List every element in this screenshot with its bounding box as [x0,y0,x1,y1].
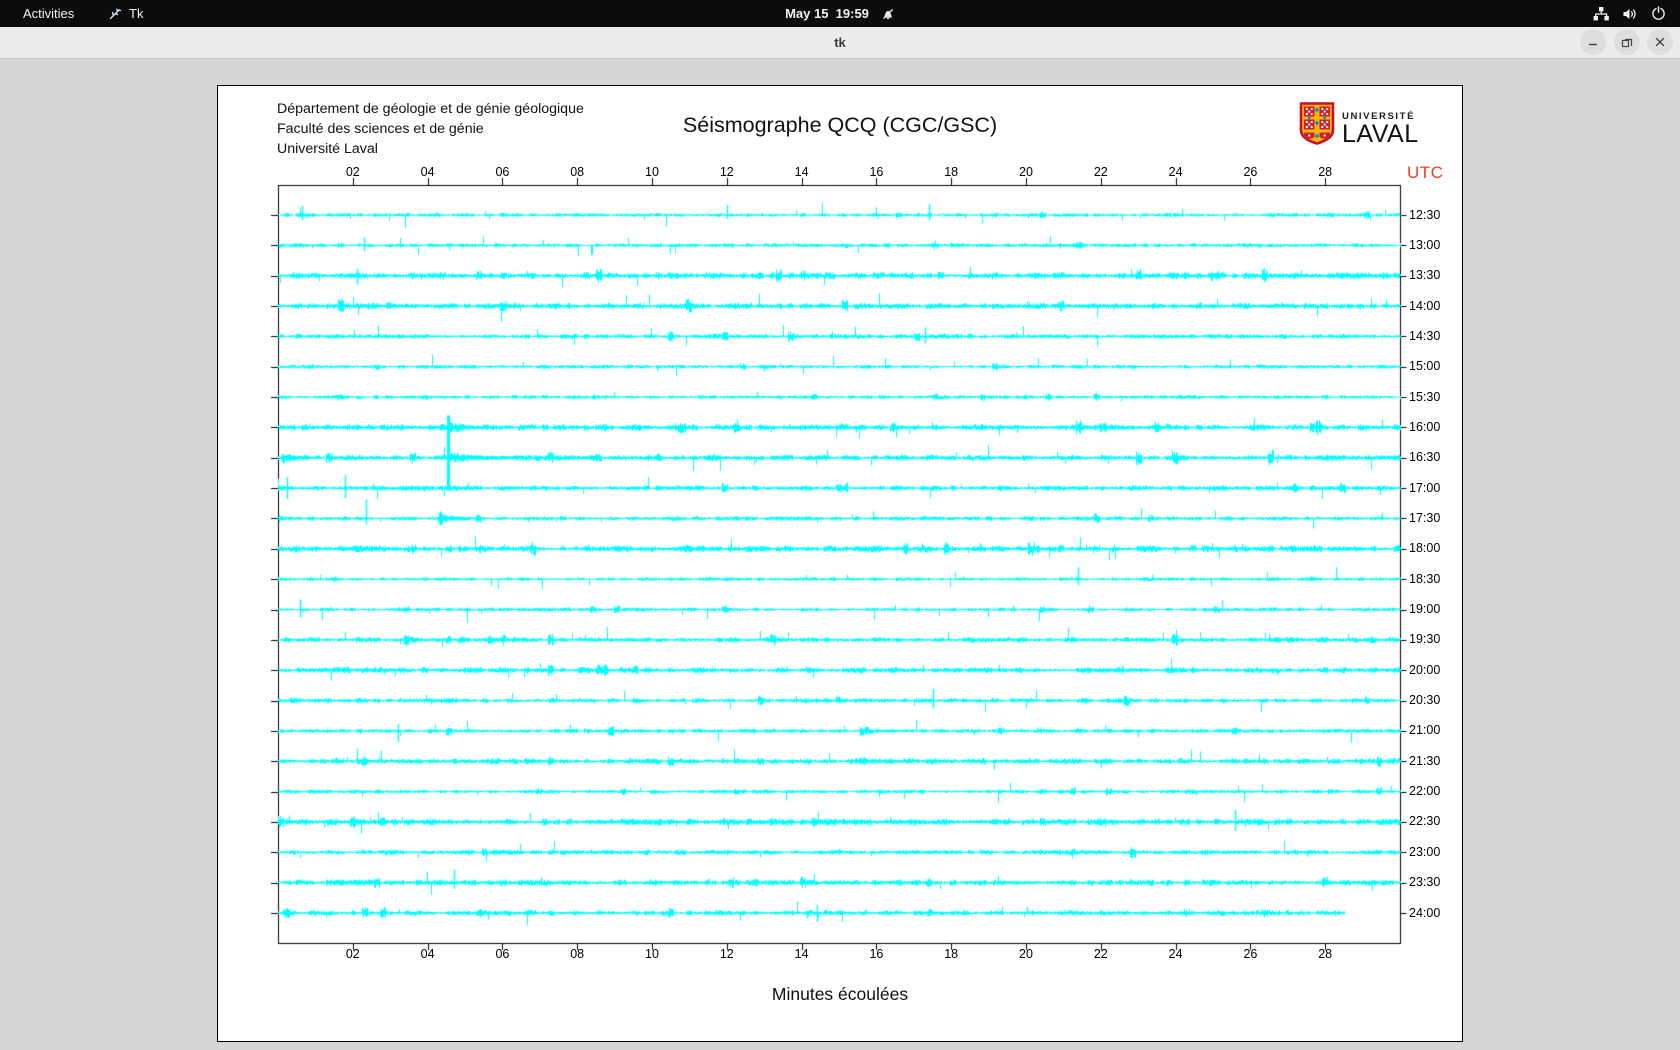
utc-axis-title: UTC [1407,163,1444,182]
clock-menu[interactable]: May 15 19:59 [785,0,895,27]
x-tick-label-top: 24 [1168,165,1183,179]
network-wired-icon [1593,6,1609,21]
utc-time-label: 12:30 [1409,207,1441,222]
institution-block: Département de géologie et de génie géol… [277,99,584,159]
focused-app-menu[interactable]: Tk [108,0,143,27]
x-tick-label-top: 06 [495,165,510,179]
x-axis-label: Minutes écoulées [771,984,909,1004]
volume-icon [1622,7,1638,21]
x-tick-label-top: 22 [1093,165,1108,179]
x-tick-label-bottom: 18 [944,947,959,961]
utc-time-label: 18:00 [1409,541,1441,556]
x-tick-label-bottom: 24 [1168,947,1183,961]
utc-time-label: 15:30 [1409,389,1441,404]
window-title: tk [834,35,846,50]
x-tick-label-bottom: 16 [869,947,884,961]
utc-time-label: 14:30 [1409,328,1441,343]
universite-laval-logo: UNIVERSITÉ LAVAL [1299,102,1419,150]
clock-label: May 15 19:59 [785,6,869,21]
utc-time-label: 22:00 [1409,784,1441,799]
utc-time-label: 19:30 [1409,632,1441,647]
utc-time-label: 18:30 [1409,571,1441,586]
x-tick-label-bottom: 10 [645,947,659,961]
utc-time-label: 23:30 [1409,875,1441,890]
utc-time-label: 16:00 [1409,419,1441,434]
utc-time-label: 21:00 [1409,723,1441,738]
bell-muted-icon [881,7,895,21]
utc-time-label: 13:00 [1409,237,1441,252]
x-tick-label-bottom: 26 [1243,947,1258,961]
utc-time-label: 16:30 [1409,450,1441,465]
x-tick-label-bottom: 28 [1318,947,1333,961]
utc-time-label: 13:30 [1409,268,1441,283]
utc-time-label: 20:00 [1409,662,1441,677]
x-tick-label-bottom: 20 [1019,947,1033,961]
gnome-top-bar: Activities Tk May 15 19:59 [0,0,1680,27]
x-tick-label-top: 10 [645,165,659,179]
x-tick-label-bottom: 04 [420,947,435,961]
activities-button[interactable]: Activities [15,0,82,27]
system-status-area[interactable] [1593,0,1666,27]
utc-time-label: 15:00 [1409,359,1441,374]
institution-line-3: Université Laval [277,141,378,157]
x-tick-label-top: 28 [1318,165,1333,179]
close-button[interactable] [1647,29,1673,55]
x-tick-label-top: 08 [570,165,585,179]
utc-time-label: 24:00 [1409,905,1441,920]
maximize-button[interactable] [1614,29,1640,55]
utc-time-label: 14:00 [1409,298,1441,313]
x-tick-label-top: 16 [869,165,884,179]
x-tick-label-top: 20 [1019,165,1033,179]
utc-time-label: 22:30 [1409,814,1441,829]
institution-line-2: Faculté des sciences et de génie [277,121,484,137]
x-tick-label-top: 04 [420,165,435,179]
x-tick-label-bottom: 12 [719,947,734,961]
utc-time-label: 23:00 [1409,844,1441,859]
helicorder-plot [264,171,1414,957]
focused-app-label: Tk [129,6,144,21]
x-tick-label-bottom: 02 [345,947,360,961]
utc-time-label: 20:30 [1409,693,1441,708]
x-tick-label-bottom: 14 [794,947,809,961]
x-tick-label-bottom: 22 [1093,947,1108,961]
x-tick-label-bottom: 08 [570,947,585,961]
institution-line-1: Département de géologie et de génie géol… [277,101,584,117]
minimize-button[interactable] [1580,29,1606,55]
page-title: Séismographe QCQ (CGC/GSC) [682,113,998,137]
utc-time-label: 21:30 [1409,753,1441,768]
x-tick-label-top: 26 [1243,165,1258,179]
tk-feather-icon [108,7,122,21]
utc-time-label: 17:30 [1409,510,1441,525]
x-tick-label-top: 18 [944,165,959,179]
x-tick-label-top: 02 [345,165,360,179]
x-tick-label-top: 12 [719,165,734,179]
laval-shield-icon [1299,102,1335,150]
logo-text-laval: LAVAL [1342,120,1419,148]
power-icon [1651,6,1666,21]
window-titlebar[interactable]: tk [0,27,1680,59]
utc-time-label: 17:00 [1409,480,1441,495]
utc-time-label: 19:00 [1409,602,1441,617]
x-tick-label-bottom: 06 [495,947,510,961]
x-tick-label-top: 14 [794,165,809,179]
